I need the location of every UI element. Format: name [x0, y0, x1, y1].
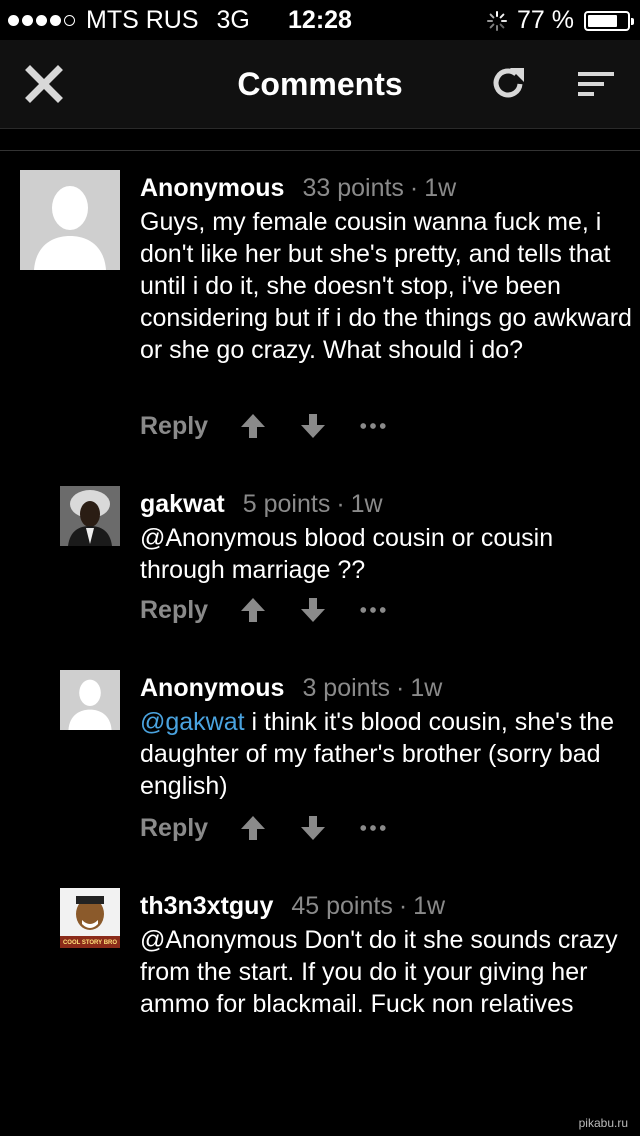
refresh-button[interactable]: [486, 62, 530, 106]
comment-actions: Reply: [140, 810, 420, 846]
timestamp: 1w: [410, 674, 443, 702]
comment-body: @Anonymous blood cousin or cousin throug…: [140, 524, 554, 584]
status-bar: MTS RUS 3G 12:28 77 %: [0, 0, 640, 40]
points: 5 points: [242, 490, 331, 518]
username[interactable]: Anonymous: [140, 174, 284, 202]
status-right: 77 %: [487, 6, 634, 35]
upvote-button[interactable]: [240, 815, 266, 841]
timestamp: 1w: [350, 490, 383, 518]
battery-percent: 77 %: [517, 6, 574, 34]
username[interactable]: gakwat: [140, 490, 225, 518]
comment-meta: Anonymous 3 points · 1w: [140, 674, 443, 702]
avatar[interactable]: [20, 170, 120, 270]
arrow-up-icon: [241, 816, 265, 840]
more-dots-icon: [360, 423, 386, 429]
more-button[interactable]: [360, 413, 386, 439]
refresh-icon: [493, 68, 524, 98]
watermark: pikabu.ru: [578, 1116, 628, 1130]
more-dots-icon: [360, 607, 386, 613]
upvote-button[interactable]: [240, 413, 266, 439]
default-avatar-icon: [20, 170, 120, 270]
arrow-down-icon: [301, 414, 325, 438]
reply-button[interactable]: Reply: [140, 596, 240, 625]
downvote-button[interactable]: [300, 597, 326, 623]
avatar[interactable]: COOL STORY BRO: [60, 888, 120, 948]
avatar[interactable]: [60, 670, 120, 730]
comment-meta: gakwat 5 points · 1w: [140, 490, 383, 518]
comment-meta: Anonymous 33 points · 1w: [140, 174, 457, 202]
arrow-up-icon: [241, 414, 265, 438]
downvote-button[interactable]: [300, 815, 326, 841]
reply-button[interactable]: Reply: [140, 814, 240, 843]
upvote-button[interactable]: [240, 597, 266, 623]
downvote-button[interactable]: [300, 413, 326, 439]
user-photo-icon: [60, 486, 120, 546]
comment-meta: th3n3xtguy 45 points · 1w: [140, 892, 446, 920]
avatar[interactable]: [60, 486, 120, 546]
comment-actions: Reply: [140, 592, 420, 628]
more-button[interactable]: [360, 815, 386, 841]
reply-button[interactable]: Reply: [140, 412, 240, 441]
comment-body: @gakwat i think it's blood cousin, she's…: [140, 706, 632, 802]
nav-bar: Comments: [0, 40, 640, 129]
timestamp: 1w: [424, 174, 457, 202]
battery-icon: [584, 10, 634, 31]
comment-body: @Anonymous Don't do it she sounds crazy …: [140, 926, 618, 1018]
avatar-caption: COOL STORY BRO: [62, 940, 118, 946]
comment-actions: Reply: [140, 408, 420, 444]
battery-level: [588, 14, 617, 27]
more-dots-icon: [360, 825, 386, 831]
username[interactable]: Anonymous: [140, 674, 284, 702]
arrow-up-icon: [241, 598, 265, 622]
sort-icon: [578, 72, 614, 96]
points: 33 points: [302, 174, 404, 202]
timestamp: 1w: [413, 892, 446, 920]
mention-link[interactable]: @gakwat: [140, 708, 245, 736]
username[interactable]: th3n3xtguy: [140, 892, 273, 920]
arrow-down-icon: [301, 816, 325, 840]
page-title: Comments: [237, 66, 403, 102]
more-button[interactable]: [360, 597, 386, 623]
comment-list-viewport[interactable]: COOL STORY BRO th3n3xtguy 45 points · 1w @A…: [0, 860, 640, 1036]
points: 3 points: [302, 674, 391, 702]
sort-button[interactable]: [574, 62, 618, 106]
comment-body: Guys, my female cousin wanna fuck me, i …: [140, 208, 632, 364]
arrow-down-icon: [301, 598, 325, 622]
default-avatar-icon: [60, 670, 120, 730]
activity-spinner-icon: [487, 10, 508, 31]
divider: [0, 150, 640, 151]
points: 45 points: [291, 892, 393, 920]
